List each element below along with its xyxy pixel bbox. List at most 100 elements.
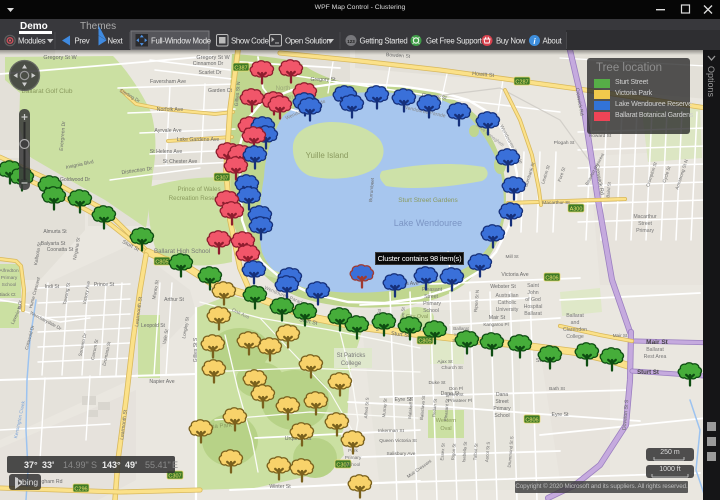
- svg-text:C307: C307: [215, 176, 228, 182]
- svg-text:Alfredton: Alfredton: [0, 268, 19, 274]
- svg-text:Duke St: Duke St: [428, 380, 446, 386]
- svg-text:Privateer Pl: Privateer Pl: [448, 398, 472, 403]
- svg-text:Lake Gardens Ave: Lake Gardens Ave: [177, 137, 220, 143]
- svg-text:Ballarat: Ballarat: [646, 347, 664, 353]
- svg-text:Open Solution: Open Solution: [285, 37, 331, 46]
- svg-text:College: College: [341, 361, 362, 367]
- svg-text:Oval: Oval: [440, 426, 451, 432]
- svg-text:Clarendon: Clarendon: [563, 327, 587, 333]
- svg-text:Primary: Primary: [493, 406, 511, 412]
- svg-text:C806: C806: [545, 276, 558, 282]
- svg-text:A300: A300: [570, 207, 583, 213]
- svg-text:C287: C287: [515, 80, 528, 86]
- svg-text:Queen Victoria St: Queen Victoria St: [379, 438, 417, 444]
- svg-text:Plogah St: Plogah St: [554, 140, 575, 146]
- svg-text:School: School: [494, 413, 509, 419]
- svg-text:123: 123: [347, 39, 355, 44]
- svg-text:Ajax St: Ajax St: [437, 359, 453, 365]
- svg-text:Gregory St W: Gregory St W: [43, 55, 77, 61]
- svg-text:University: University: [496, 307, 519, 313]
- svg-text:Winter St: Winter St: [269, 484, 291, 490]
- svg-text:C387: C387: [234, 66, 247, 72]
- svg-text:Catholic: Catholic: [498, 300, 517, 306]
- svg-text:Next: Next: [108, 37, 124, 46]
- svg-text:C805: C805: [418, 339, 431, 345]
- svg-text:North: North: [276, 86, 291, 92]
- svg-text:Cinnamon Dr: Cinnamon Dr: [193, 61, 224, 67]
- svg-text:and: and: [571, 320, 580, 326]
- svg-text:Leopold St: Leopold St: [141, 323, 166, 329]
- svg-text:Getting Started: Getting Started: [360, 37, 408, 46]
- svg-text:Goldwood Dr: Goldwood Dr: [60, 177, 91, 183]
- svg-text:Napier Ave: Napier Ave: [149, 379, 174, 385]
- svg-text:About: About: [543, 37, 563, 46]
- svg-text:bing: bing: [22, 477, 38, 487]
- svg-text:Coonatta St: Coonatta St: [47, 247, 74, 253]
- svg-text:Church St: Church St: [441, 365, 463, 371]
- svg-text:Primary: Primary: [345, 455, 362, 461]
- svg-text:College: College: [566, 334, 584, 340]
- svg-text:Indi St: Indi St: [45, 284, 60, 290]
- svg-text:Norfolk Ave: Norfolk Ave: [157, 107, 184, 113]
- svg-text:Get Free Support: Get Free Support: [426, 37, 483, 46]
- svg-text:Webster St: Webster St: [490, 284, 516, 290]
- svg-text:Rest Area: Rest Area: [644, 354, 667, 360]
- svg-text:Garden Ct: Garden Ct: [208, 88, 232, 94]
- svg-text:Mair St: Mair St: [489, 315, 506, 321]
- svg-text:Faversham Ave: Faversham Ave: [150, 79, 186, 85]
- svg-text:Gillies St S: Gillies St S: [193, 337, 199, 362]
- svg-text:gham Rd: gham Rd: [41, 479, 62, 485]
- svg-text:St Chester Ave: St Chester Ave: [163, 159, 198, 165]
- svg-text:Prince St: Prince St: [94, 282, 115, 288]
- svg-text:Sturt Street Gardens: Sturt Street Gardens: [398, 197, 458, 204]
- svg-text:Buy Now: Buy Now: [496, 37, 526, 46]
- svg-text:Mill St: Mill St: [505, 254, 519, 260]
- svg-text:School: School: [2, 282, 17, 288]
- svg-text:Bath St: Bath St: [549, 386, 565, 392]
- svg-text:Full-Window Mode: Full-Window Mode: [151, 37, 211, 46]
- svg-text:C805: C805: [155, 260, 168, 266]
- svg-text:Prince of Wales: Prince of Wales: [177, 186, 220, 193]
- svg-text:Sturt St: Sturt St: [637, 370, 659, 376]
- svg-text:Street: Street: [638, 221, 652, 227]
- svg-text:Hospital: Hospital: [524, 304, 543, 310]
- svg-text:Ballarat: Ballarat: [524, 311, 542, 317]
- svg-text:Macarthur: Macarthur: [633, 214, 657, 220]
- svg-text:Saint: Saint: [527, 283, 539, 289]
- svg-text:Modules: Modules: [18, 37, 46, 46]
- svg-text:Salisbury Ave: Salisbury Ave: [387, 451, 416, 457]
- svg-text:Ballarat: Ballarat: [566, 313, 584, 319]
- svg-text:Mair St: Mair St: [613, 333, 628, 338]
- svg-text:Don Pl: Don Pl: [449, 386, 463, 391]
- svg-text:School: School: [346, 462, 361, 468]
- svg-text:Primary: Primary: [636, 228, 654, 234]
- svg-text:Street: Street: [424, 294, 438, 300]
- svg-text:Scarlet Dr: Scarlet Dr: [198, 70, 221, 76]
- svg-text:Eyre St: Eyre St: [551, 412, 569, 418]
- svg-text:C296: C296: [74, 487, 87, 493]
- svg-text:Macarthur St: Macarthur St: [542, 200, 570, 206]
- svg-text:St Patricks: St Patricks: [337, 353, 366, 359]
- svg-text:Black Ct: Black Ct: [0, 292, 16, 297]
- svg-text:John: John: [527, 290, 538, 296]
- svg-text:Lake Wendouree: Lake Wendouree: [394, 218, 462, 228]
- svg-text:of God: of God: [525, 297, 541, 303]
- svg-text:Victoria Ave: Victoria Ave: [501, 272, 528, 278]
- svg-text:C806: C806: [525, 418, 538, 424]
- svg-text:Gregory St: Gregory St: [310, 77, 336, 83]
- svg-text:Inkerman St: Inkerman St: [378, 428, 405, 434]
- svg-text:Almurta St: Almurta St: [43, 229, 67, 235]
- svg-text:Primary: Primary: [423, 301, 441, 307]
- svg-text:C307: C307: [168, 474, 181, 480]
- svg-text:Kangaroo Pl: Kangaroo Pl: [483, 322, 508, 327]
- svg-text:Street: Street: [495, 399, 509, 405]
- svg-text:Prev: Prev: [75, 37, 90, 46]
- svg-text:Yuille Island: Yuille Island: [306, 151, 349, 160]
- svg-text:St Helens Ave: St Helens Ave: [150, 149, 183, 155]
- svg-text:Kent St: Kent St: [448, 392, 464, 397]
- svg-text:Dana: Dana: [496, 392, 508, 398]
- svg-text:Mair St: Mair St: [646, 339, 669, 346]
- svg-text:Australian: Australian: [495, 293, 518, 299]
- svg-text:Primary: Primary: [1, 275, 18, 281]
- svg-text:Arthur St: Arthur St: [164, 297, 184, 303]
